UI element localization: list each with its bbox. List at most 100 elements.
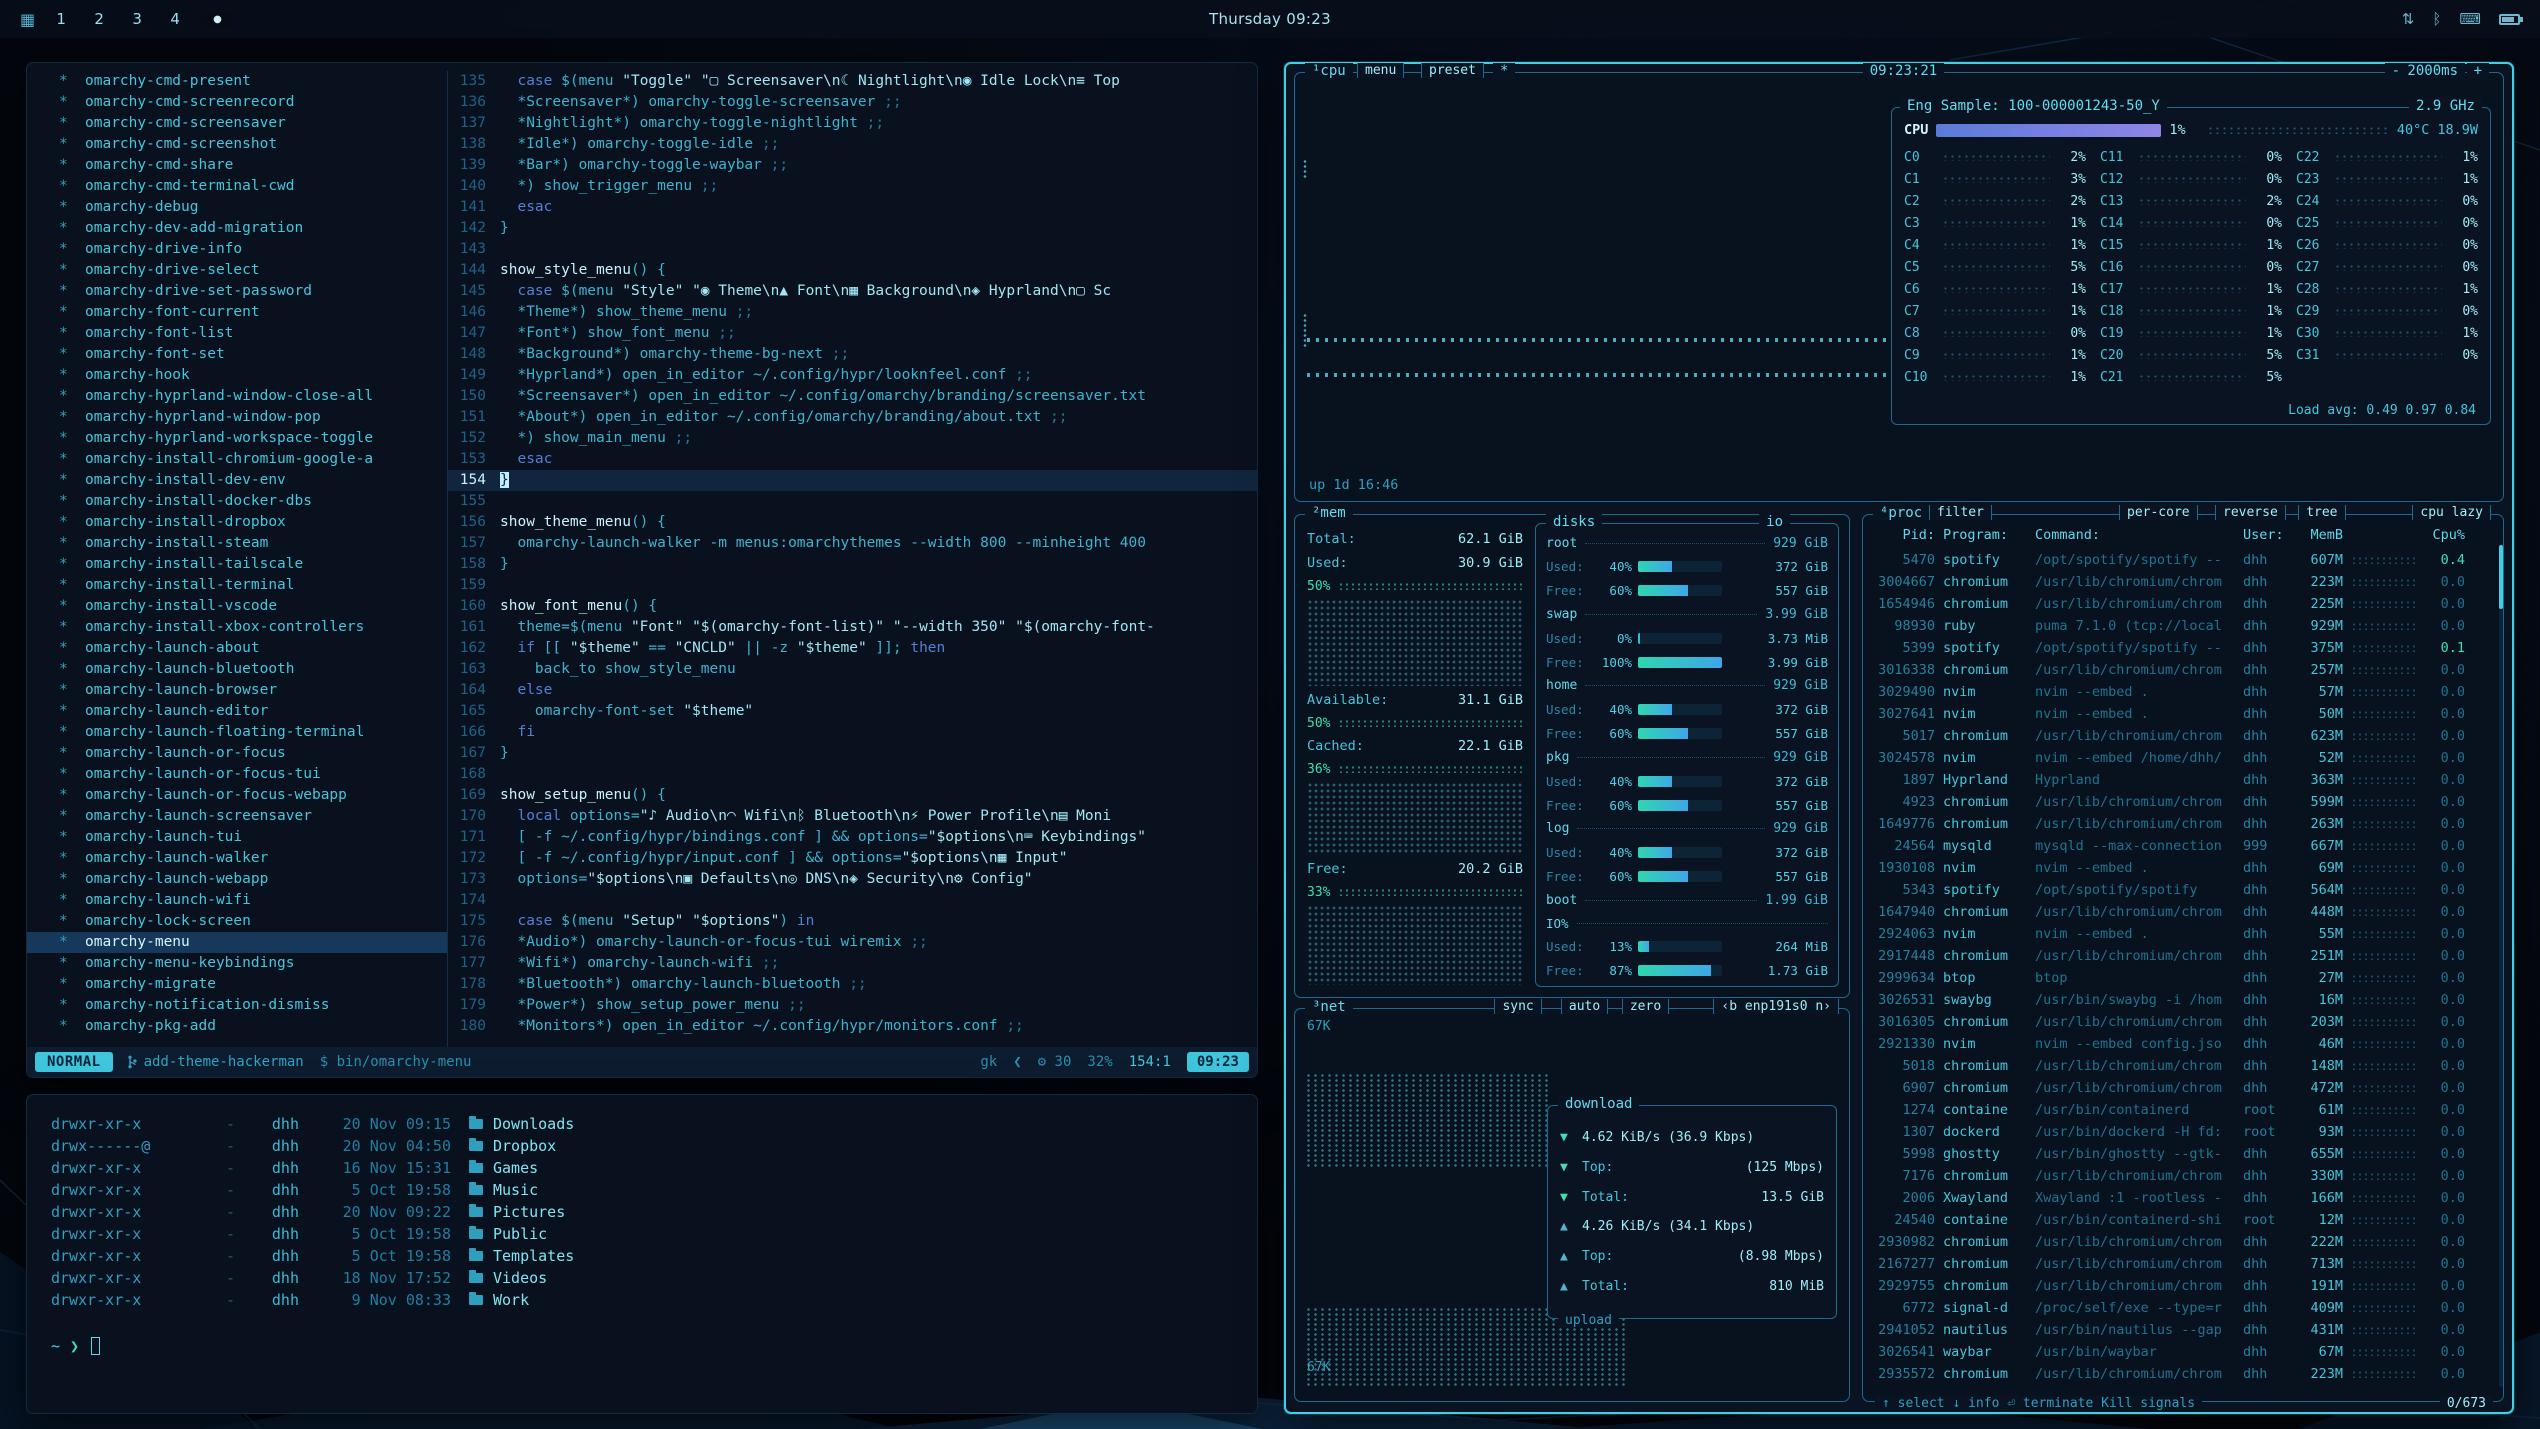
directory-name[interactable]: Dropbox <box>469 1135 556 1157</box>
code-editor[interactable]: 135 case $(menu "Toggle" "▢ Screensaver\… <box>447 71 1257 1047</box>
process-row[interactable]: 2935572chromium/usr/lib/chromium/chromdh… <box>1871 1363 2497 1385</box>
code-line[interactable]: 167} <box>448 743 1257 764</box>
file-item[interactable]: *omarchy-launch-tui <box>27 827 447 848</box>
proc-header-user[interactable]: User: <box>2243 523 2287 549</box>
file-item[interactable]: *omarchy-install-dropbox <box>27 512 447 533</box>
code-line[interactable]: 172 [ -f ~/.config/hypr/input.conf ] && … <box>448 848 1257 869</box>
directory-name[interactable]: Templates <box>469 1245 574 1267</box>
workspace-button[interactable]: 4 <box>165 10 185 28</box>
process-row[interactable]: 5018chromium/usr/lib/chromium/chromdhh14… <box>1871 1055 2497 1077</box>
process-row[interactable]: 4923chromium/usr/lib/chromium/chromdhh59… <box>1871 791 2497 813</box>
process-row[interactable]: 5470spotify/opt/spotify/spotify --dhh607… <box>1871 549 2497 571</box>
code-line[interactable]: 141 esac <box>448 197 1257 218</box>
process-row[interactable]: 2917448chromium/usr/lib/chromium/chromdh… <box>1871 945 2497 967</box>
process-row[interactable]: 3026531swaybg/usr/bin/swaybg -i /homdhh1… <box>1871 989 2497 1011</box>
file-item[interactable]: *omarchy-dev-add-migration <box>27 218 447 239</box>
workspace-button[interactable]: 1 <box>51 10 71 28</box>
code-line[interactable]: 139 *Bar*) omarchy-toggle-waybar ;; <box>448 155 1257 176</box>
process-row[interactable]: 2929755chromium/usr/lib/chromium/chromdh… <box>1871 1275 2497 1297</box>
file-item[interactable]: *omarchy-menu <box>27 932 447 953</box>
preset-button[interactable]: preset <box>1421 63 1484 78</box>
process-row[interactable]: 1930108nvimnvim --embed .dhh69M0.0 <box>1871 857 2497 879</box>
process-row[interactable]: 5343spotify/opt/spotify/spotifydhh564M0.… <box>1871 879 2497 901</box>
file-item[interactable]: *omarchy-launch-webapp <box>27 869 447 890</box>
tree-button[interactable]: tree <box>2298 505 2345 520</box>
process-row[interactable]: 3016305chromium/usr/lib/chromium/chromdh… <box>1871 1011 2497 1033</box>
process-row[interactable]: 3024578nvimnvim --embed /home/dhh/dhh52M… <box>1871 747 2497 769</box>
file-item[interactable]: *omarchy-pkg-add <box>27 1016 447 1037</box>
bluetooth-icon[interactable]: ᛒ <box>2432 10 2441 28</box>
directory-name[interactable]: Downloads <box>469 1113 574 1135</box>
file-item[interactable]: *omarchy-cmd-screensaver <box>27 113 447 134</box>
proc-header-program[interactable]: Program: <box>1943 523 2027 549</box>
net-sync-button[interactable]: sync <box>1494 999 1541 1014</box>
file-item[interactable]: *omarchy-drive-info <box>27 239 447 260</box>
launcher-icon[interactable]: ▦ <box>20 10 35 29</box>
code-line[interactable]: 153 esac <box>448 449 1257 470</box>
file-item[interactable]: *omarchy-launch-or-focus-webapp <box>27 785 447 806</box>
filter-button[interactable]: filter <box>1929 505 1992 520</box>
code-line[interactable]: 159 <box>448 575 1257 596</box>
code-line[interactable]: 144show_style_menu() { <box>448 260 1257 281</box>
process-row[interactable]: 2006XwaylandXwayland :1 -rootless -dhh16… <box>1871 1187 2497 1209</box>
code-line[interactable]: 158} <box>448 554 1257 575</box>
process-row[interactable]: 1647940chromium/usr/lib/chromium/chromdh… <box>1871 901 2497 923</box>
file-item[interactable]: *omarchy-launch-bluetooth <box>27 659 447 680</box>
code-line[interactable]: 146 *Theme*) show_theme_menu ;; <box>448 302 1257 323</box>
code-line[interactable]: 138 *Idle*) omarchy-toggle-idle ;; <box>448 134 1257 155</box>
file-item[interactable]: *omarchy-menu-keybindings <box>27 953 447 974</box>
menu-button[interactable]: menu <box>1357 63 1404 78</box>
file-item[interactable]: *omarchy-drive-select <box>27 260 447 281</box>
shell-prompt[interactable]: ~ ❯ <box>51 1337 1233 1355</box>
editor-window[interactable]: *omarchy-cmd-present*omarchy-cmd-screenr… <box>26 62 1258 1078</box>
file-item[interactable]: *omarchy-drive-set-password <box>27 281 447 302</box>
net-zero-button[interactable]: zero <box>1622 999 1669 1014</box>
file-item[interactable]: *omarchy-cmd-screenshot <box>27 134 447 155</box>
process-row[interactable]: 1274containe/usr/bin/containerdroot61M0.… <box>1871 1099 2497 1121</box>
file-item[interactable]: *omarchy-install-docker-dbs <box>27 491 447 512</box>
process-row[interactable]: 3027641nvimnvim --embed .dhh50M0.0 <box>1871 703 2497 725</box>
process-row[interactable]: 2930982chromium/usr/lib/chromium/chromdh… <box>1871 1231 2497 1253</box>
process-row[interactable]: 2941052nautilus/usr/bin/nautilus --gapdh… <box>1871 1319 2497 1341</box>
code-line[interactable]: 161 theme=$(menu "Font" "$(omarchy-font-… <box>448 617 1257 638</box>
code-line[interactable]: 179 *Power*) show_setup_power_menu ;; <box>448 995 1257 1016</box>
code-line[interactable]: 136 *Screensaver*) omarchy-toggle-screen… <box>448 92 1257 113</box>
file-item[interactable]: *omarchy-cmd-terminal-cwd <box>27 176 447 197</box>
process-row[interactable]: 2167277chromium/usr/lib/chromium/chromdh… <box>1871 1253 2497 1275</box>
code-line[interactable]: 150 *Screensaver*) open_in_editor ~/.con… <box>448 386 1257 407</box>
process-row[interactable]: 6772signal-d/proc/self/exe --type=rdhh40… <box>1871 1297 2497 1319</box>
file-item[interactable]: *omarchy-cmd-share <box>27 155 447 176</box>
code-line[interactable]: 148 *Background*) omarchy-theme-bg-next … <box>448 344 1257 365</box>
process-row[interactable]: 5998ghostty/usr/bin/ghostty --gtk-dhh655… <box>1871 1143 2497 1165</box>
process-row[interactable]: 6907chromium/usr/lib/chromium/chromdhh47… <box>1871 1077 2497 1099</box>
interval-plus-button[interactable]: + <box>2467 63 2489 79</box>
file-item[interactable]: *omarchy-launch-screensaver <box>27 806 447 827</box>
file-item[interactable]: *omarchy-launch-or-focus-tui <box>27 764 447 785</box>
proc-footer-keys[interactable]: ↑ select ↓ info ⏎ terminate Kill signals <box>1875 1396 2202 1411</box>
file-item[interactable]: *omarchy-font-set <box>27 344 447 365</box>
file-item[interactable]: *omarchy-hook <box>27 365 447 386</box>
file-item[interactable]: *omarchy-debug <box>27 197 447 218</box>
code-line[interactable]: 147 *Font*) show_font_menu ;; <box>448 323 1257 344</box>
file-item[interactable]: *omarchy-install-xbox-controllers <box>27 617 447 638</box>
file-item[interactable]: *omarchy-font-list <box>27 323 447 344</box>
file-item[interactable]: *omarchy-launch-walker <box>27 848 447 869</box>
file-item[interactable]: *omarchy-launch-editor <box>27 701 447 722</box>
file-item[interactable]: *omarchy-launch-or-focus <box>27 743 447 764</box>
process-row[interactable]: 3026541waybar/usr/bin/waybardhh67M0.0 <box>1871 1341 2497 1363</box>
proc-scrollbar[interactable] <box>2499 545 2503 1387</box>
directory-name[interactable]: Videos <box>469 1267 547 1289</box>
file-item[interactable]: *omarchy-hyprland-workspace-toggle <box>27 428 447 449</box>
proc-header-cpu[interactable]: Cpu% <box>2351 523 2465 549</box>
code-line[interactable]: 157 omarchy-launch-walker -m menus:omarc… <box>448 533 1257 554</box>
process-row[interactable]: 1654946chromium/usr/lib/chromium/chromdh… <box>1871 593 2497 615</box>
file-item[interactable]: *omarchy-hyprland-window-pop <box>27 407 447 428</box>
code-line[interactable]: 168 <box>448 764 1257 785</box>
file-item[interactable]: *omarchy-launch-floating-terminal <box>27 722 447 743</box>
code-line[interactable]: 156show_theme_menu() { <box>448 512 1257 533</box>
process-row[interactable]: 1307dockerd/usr/bin/dockerd -H fd:root93… <box>1871 1121 2497 1143</box>
proc-header-pid[interactable]: Pid: <box>1871 523 1935 549</box>
code-line[interactable]: 137 *Nightlight*) omarchy-toggle-nightli… <box>448 113 1257 134</box>
process-row[interactable]: 2999634btopbtopdhh27M0.0 <box>1871 967 2497 989</box>
code-line[interactable]: 152 *) show_main_menu ;; <box>448 428 1257 449</box>
